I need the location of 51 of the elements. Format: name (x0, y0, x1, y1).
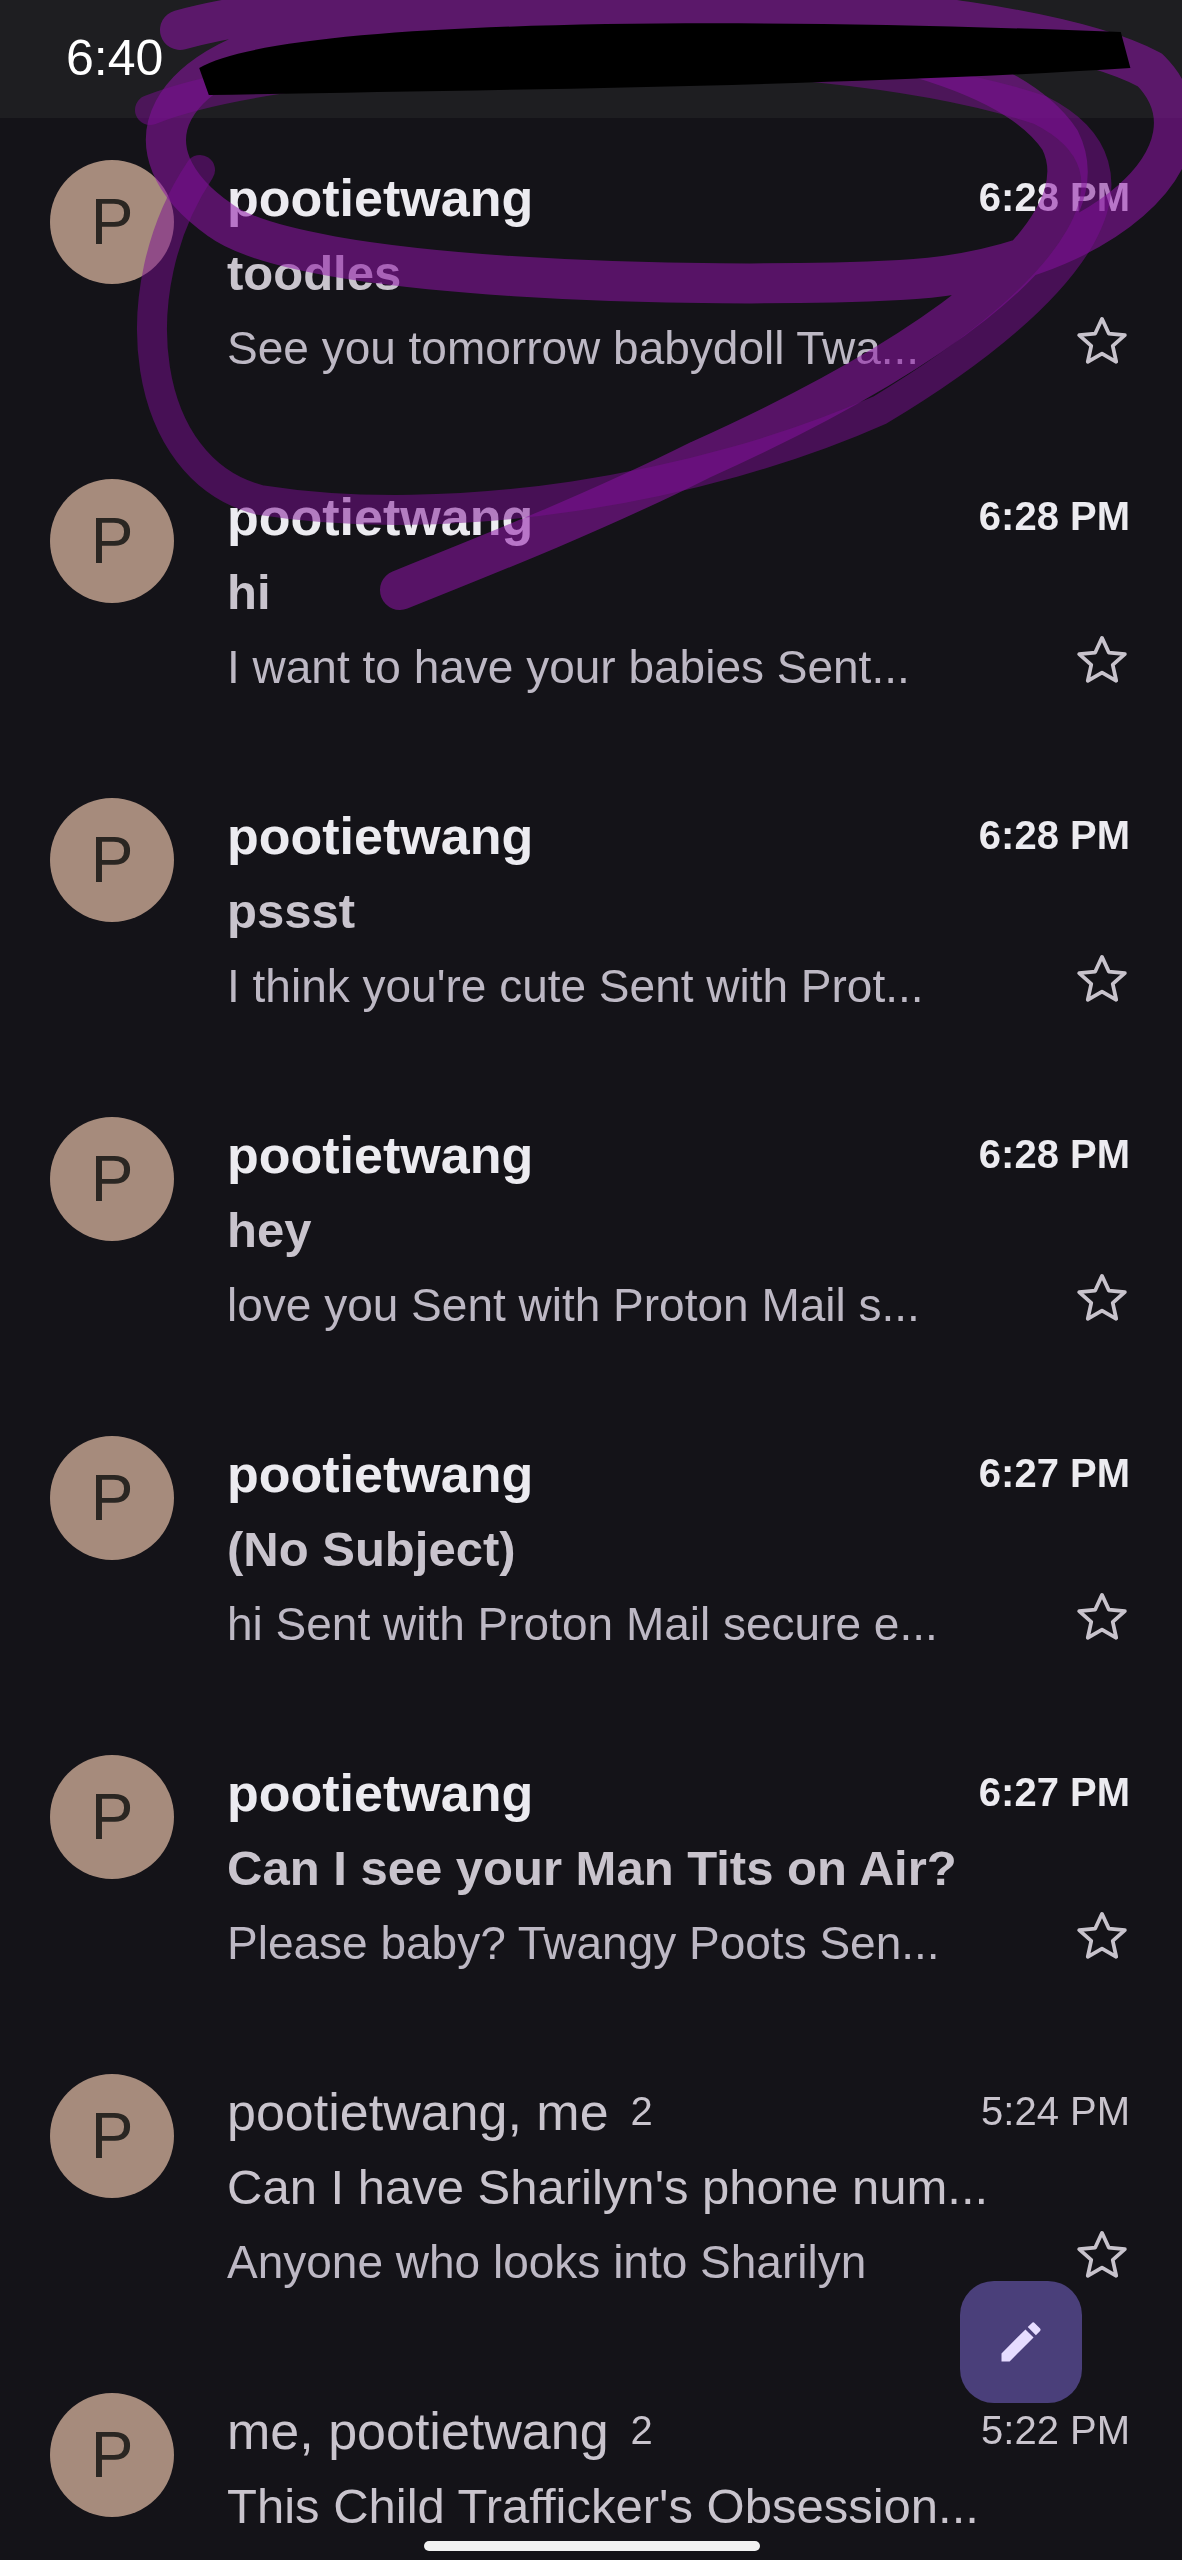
sender-name: pootietwang (227, 805, 534, 866)
email-subject: toodles (227, 244, 402, 301)
sender-name: pootietwang (227, 1762, 534, 1823)
email-subject: (No Subject) (227, 1520, 516, 1577)
sender-name: pootietwang (227, 167, 534, 228)
email-time: 5:24 PM (981, 2089, 1130, 2134)
email-row[interactable]: P pootietwang 6:28 PM hi I want to have your babies Sent... (0, 437, 1182, 756)
email-subject: Can I see your Man Tits on Air? (227, 1839, 957, 1896)
sender-name: pootietwang (227, 1443, 534, 1504)
email-snippet: I think you're cute Sent with Prot... (227, 958, 924, 1013)
email-row[interactable]: P pootietwang 6:28 PM hey love you Sent with Proton Mail s... (0, 1075, 1182, 1394)
status-time: 6:40 (66, 29, 164, 87)
email-subject: hi (227, 563, 271, 620)
avatar: P (50, 2074, 174, 2198)
thread-count: 2 (630, 2089, 653, 2134)
avatar: P (50, 1436, 174, 1560)
sender-name: pootietwang (227, 486, 534, 547)
email-time: 6:27 PM (978, 1451, 1130, 1496)
avatar: P (50, 1755, 174, 1879)
email-snippet: See you tomorrow babydoll Twa... (227, 320, 920, 375)
email-subject: pssst (227, 882, 355, 939)
avatar: P (50, 2393, 174, 2517)
sender-name: pootietwang, me (227, 2081, 609, 2142)
email-snippet: Anyone who looks into Sharilyn (227, 2234, 867, 2289)
email-row[interactable]: P pootietwang 6:27 PM (No Subject) hi Sent with Proton Mail secure e... (0, 1394, 1182, 1713)
email-snippet: hi Sent with Proton Mail secure e... (227, 1596, 938, 1651)
email-time: 5:22 PM (981, 2408, 1130, 2453)
email-row[interactable]: P pootietwang 6:28 PM pssst I think you're cute Sent with Prot... (0, 756, 1182, 1075)
email-time: 6:28 PM (978, 175, 1130, 220)
email-time: 6:28 PM (978, 1132, 1130, 1177)
thread-count: 2 (630, 2408, 653, 2453)
sender-name: me, pootietwang (227, 2400, 609, 2461)
avatar: P (50, 1117, 174, 1241)
email-snippet: love you Sent with Proton Mail s... (227, 1277, 920, 1332)
email-time: 6:27 PM (978, 1770, 1130, 1815)
avatar: P (50, 798, 174, 922)
compose-button[interactable] (960, 2281, 1082, 2403)
email-subject: Can I have Sharilyn's phone num... (227, 2158, 989, 2215)
email-time: 6:28 PM (978, 813, 1130, 858)
email-time: 6:28 PM (978, 494, 1130, 539)
email-snippet: I want to have your babies Sent... (227, 639, 910, 694)
email-subject: hey (227, 1201, 312, 1258)
email-row[interactable]: P pootietwang 6:27 PM Can I see your Man Tits on Air? Please baby? Twangy Poots Sen... (0, 1713, 1182, 2032)
email-row[interactable]: P me, pootietwang 2 5:22 PM This Child Trafficker's Obsession... (0, 2351, 1182, 2560)
avatar: P (50, 160, 174, 284)
sender-name: pootietwang (227, 1124, 534, 1185)
email-row[interactable]: P pootietwang 6:28 PM toodles See you tomorrow babydoll Twa... (0, 118, 1182, 437)
email-row[interactable]: P pootietwang, me 2 5:24 PM Can I have Sharilyn's phone num... Anyone who looks into Sharilyn (0, 2032, 1182, 2351)
email-subject: This Child Trafficker's Obsession... (227, 2477, 979, 2534)
email-snippet: Please baby? Twangy Poots Sen... (227, 1915, 940, 1970)
avatar: P (50, 479, 174, 603)
